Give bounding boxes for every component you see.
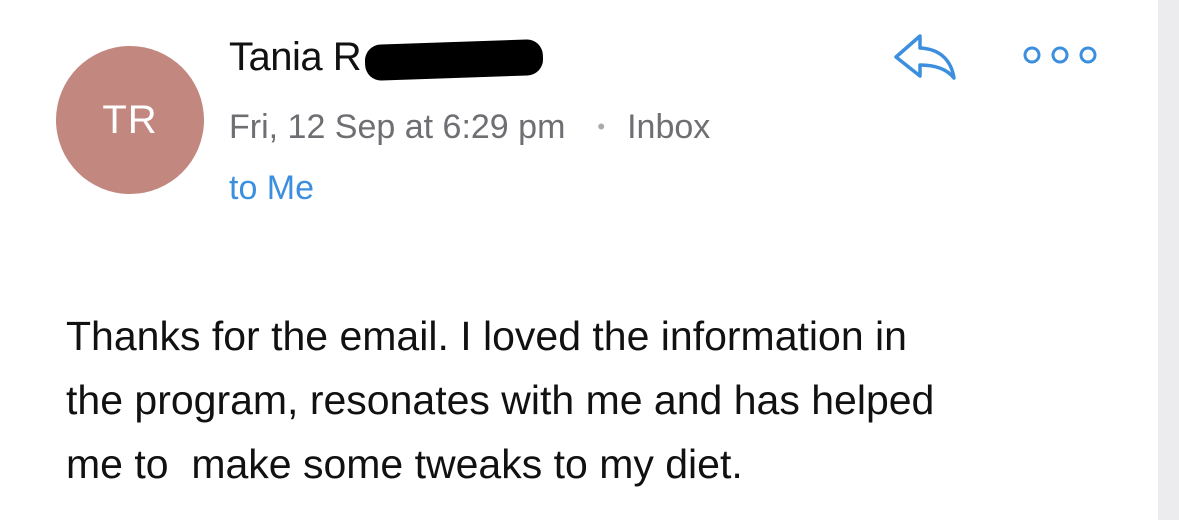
reply-icon[interactable] — [890, 30, 960, 82]
avatar-initials: TR — [102, 97, 158, 142]
recipient-row[interactable]: to Me — [229, 166, 314, 210]
more-options-icon[interactable] — [1020, 40, 1100, 70]
email-date: Fri, 12 Sep at 6:29 pm — [229, 107, 566, 146]
email-meta: Fri, 12 Sep at 6:29 pm • Inbox — [229, 104, 710, 150]
redaction-mark — [364, 38, 544, 82]
recipient-label[interactable]: to Me — [229, 169, 314, 208]
sender-row: Tania R — [229, 30, 544, 84]
folder-label: Inbox — [627, 107, 711, 146]
email-card: TR Tania R Fri, 12 Sep at 6:29 pm • Inbo… — [0, 0, 1158, 520]
avatar[interactable]: TR — [56, 46, 204, 194]
email-body: Thanks for the email. I loved the inform… — [66, 313, 935, 487]
sender-name[interactable]: Tania R — [229, 35, 362, 80]
meta-separator: • — [597, 114, 606, 139]
